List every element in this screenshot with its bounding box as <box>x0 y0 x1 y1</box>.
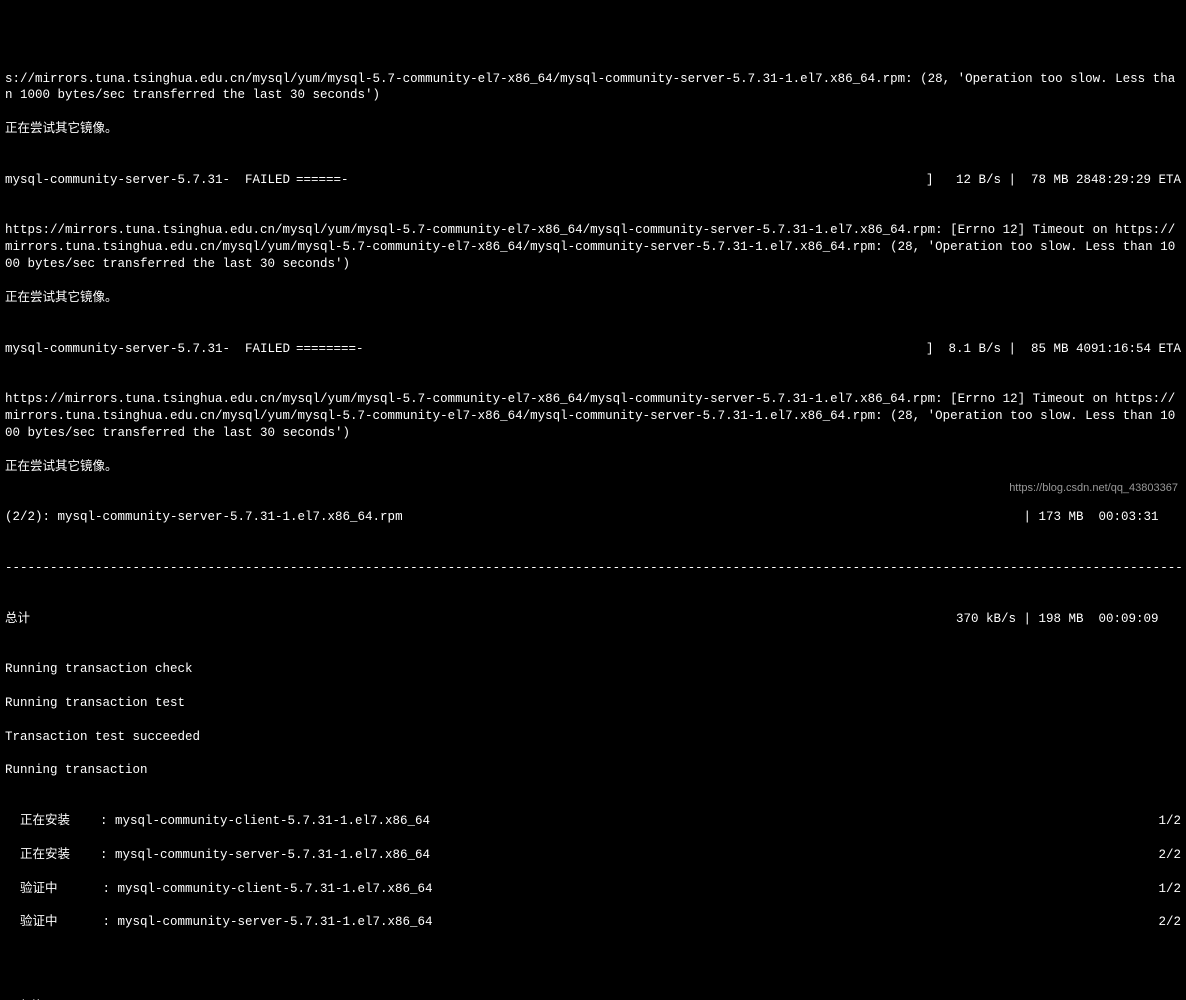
verify-progress: 2/2 <box>1158 914 1181 931</box>
transaction-check: Running transaction check <box>5 661 1181 678</box>
download-stats: | 173 MB 00:03:31 <box>1023 509 1181 526</box>
install-row: 正在安装 : mysql-community-server-5.7.31-1.e… <box>5 847 1181 864</box>
total-stats: 370 kB/s | 198 MB 00:09:09 <box>956 611 1181 628</box>
verify-action-pkg: 验证中 : mysql-community-client-5.7.31-1.el… <box>5 881 433 898</box>
separator-line: ----------------------------------------… <box>5 560 1181 577</box>
progress-bar: ========- <box>290 341 926 358</box>
download-stats: ] 12 B/s | 78 MB 2848:29:29 ETA <box>926 172 1181 189</box>
blank-line <box>5 965 1181 982</box>
download-failed-row-1: mysql-community-server-5.7.31- FAILED ==… <box>5 172 1181 189</box>
failed-pkg-label: mysql-community-server-5.7.31- FAILED <box>5 172 290 189</box>
transaction-succeeded: Transaction test succeeded <box>5 729 1181 746</box>
error-line: s://mirrors.tuna.tsinghua.edu.cn/mysql/y… <box>5 71 1181 105</box>
install-row: 正在安装 : mysql-community-client-5.7.31-1.e… <box>5 813 1181 830</box>
total-label: 总计 <box>5 611 30 628</box>
timeout-error-1: https://mirrors.tuna.tsinghua.edu.cn/mys… <box>5 222 1181 273</box>
success-pkg-label: (2/2): mysql-community-server-5.7.31-1.e… <box>5 509 403 526</box>
install-progress: 1/2 <box>1158 813 1181 830</box>
watermark: https://blog.csdn.net/qq_43803367 <box>1009 481 1178 496</box>
timeout-error-2: https://mirrors.tuna.tsinghua.edu.cn/mys… <box>5 391 1181 442</box>
total-row: 总计 370 kB/s | 198 MB 00:09:09 <box>5 611 1181 628</box>
verify-progress: 1/2 <box>1158 881 1181 898</box>
retry-mirror-msg: 正在尝试其它镜像。 <box>5 290 1181 307</box>
transaction-running: Running transaction <box>5 762 1181 779</box>
install-progress: 2/2 <box>1158 847 1181 864</box>
download-failed-row-2: mysql-community-server-5.7.31- FAILED ==… <box>5 341 1181 358</box>
transaction-test: Running transaction test <box>5 695 1181 712</box>
install-row: 验证中 : mysql-community-client-5.7.31-1.el… <box>5 881 1181 898</box>
installed-header: 已安装: <box>5 999 1181 1000</box>
retry-mirror-msg: 正在尝试其它镜像。 <box>5 459 1181 476</box>
download-success-row: (2/2): mysql-community-server-5.7.31-1.e… <box>5 509 1181 526</box>
install-row: 验证中 : mysql-community-server-5.7.31-1.el… <box>5 914 1181 931</box>
install-action-pkg: 正在安装 : mysql-community-server-5.7.31-1.e… <box>5 847 430 864</box>
download-stats: ] 8.1 B/s | 85 MB 4091:16:54 ETA <box>926 341 1181 358</box>
failed-pkg-label: mysql-community-server-5.7.31- FAILED <box>5 341 290 358</box>
verify-action-pkg: 验证中 : mysql-community-server-5.7.31-1.el… <box>5 914 433 931</box>
install-action-pkg: 正在安装 : mysql-community-client-5.7.31-1.e… <box>5 813 430 830</box>
progress-bar: ======- <box>290 172 926 189</box>
retry-mirror-msg: 正在尝试其它镜像。 <box>5 121 1181 138</box>
